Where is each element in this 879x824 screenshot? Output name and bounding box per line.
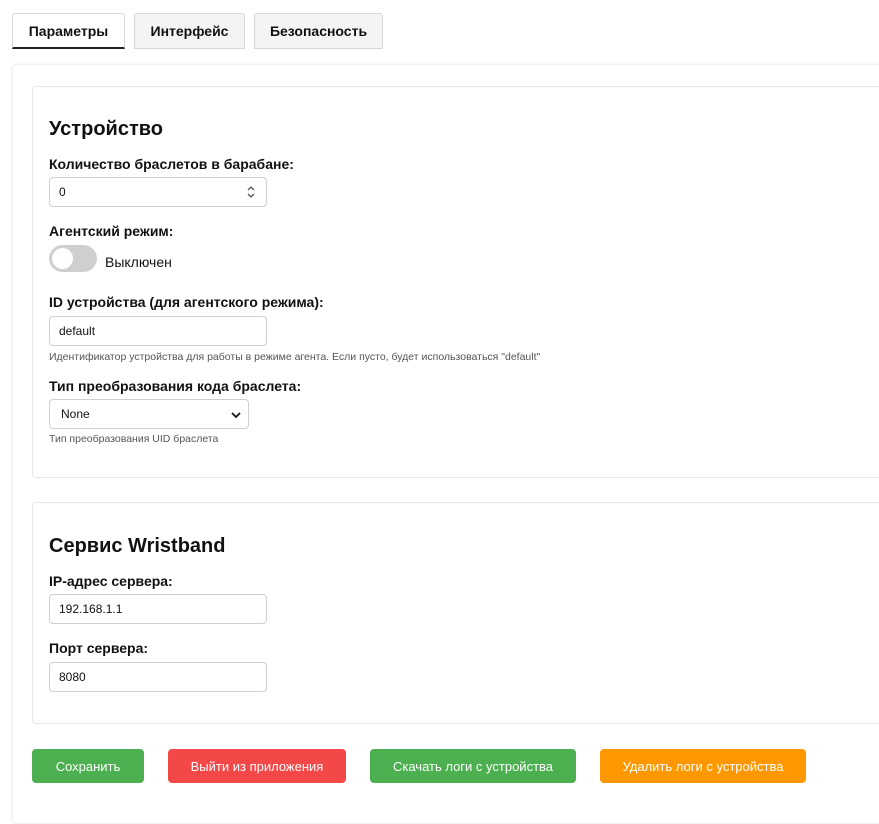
server-ip-input[interactable] — [49, 594, 267, 624]
agent-mode-toggle[interactable] — [49, 245, 97, 272]
device-id-label: ID устройства (для агентского режима): — [49, 294, 324, 310]
save-button[interactable]: Сохранить — [32, 749, 144, 783]
conversion-type-value: None — [61, 407, 90, 421]
tab-security[interactable]: Безопасность — [254, 13, 383, 49]
agent-mode-label: Агентский режим: — [49, 223, 174, 239]
conversion-type-label: Тип преобразования кода браслета: — [49, 378, 302, 394]
tab-interface[interactable]: Интерфейс — [134, 13, 245, 49]
server-port-label: Порт сервера: — [49, 640, 149, 656]
number-spinner-icon[interactable] — [246, 184, 256, 200]
tab-bar: Параметры Интерфейс Безопасность — [12, 13, 383, 49]
device-id-input[interactable] — [49, 316, 267, 346]
conversion-type-select[interactable]: None — [49, 399, 249, 429]
wristband-section-title: Сервис Wristband — [49, 535, 226, 557]
delete-logs-button[interactable]: Удалить логи с устройства — [600, 749, 806, 783]
device-section-title: Устройство — [49, 118, 163, 140]
device-id-hint: Идентификатор устройства для работы в ре… — [49, 351, 541, 363]
tab-parameters[interactable]: Параметры — [12, 13, 125, 49]
server-ip-label: IP-адрес сервера: — [49, 573, 173, 589]
download-logs-button[interactable]: Скачать логи с устройства — [370, 749, 576, 783]
bracelet-count-input[interactable] — [49, 177, 267, 207]
chevron-down-icon — [231, 412, 241, 419]
exit-app-button[interactable]: Выйти из приложения — [168, 749, 346, 783]
toggle-knob — [52, 248, 73, 269]
bracelet-count-label: Количество браслетов в барабане: — [49, 156, 294, 172]
server-port-input[interactable] — [49, 662, 267, 692]
agent-mode-state: Выключен — [105, 254, 172, 270]
conversion-type-hint: Тип преобразования UID браслета — [49, 433, 219, 445]
